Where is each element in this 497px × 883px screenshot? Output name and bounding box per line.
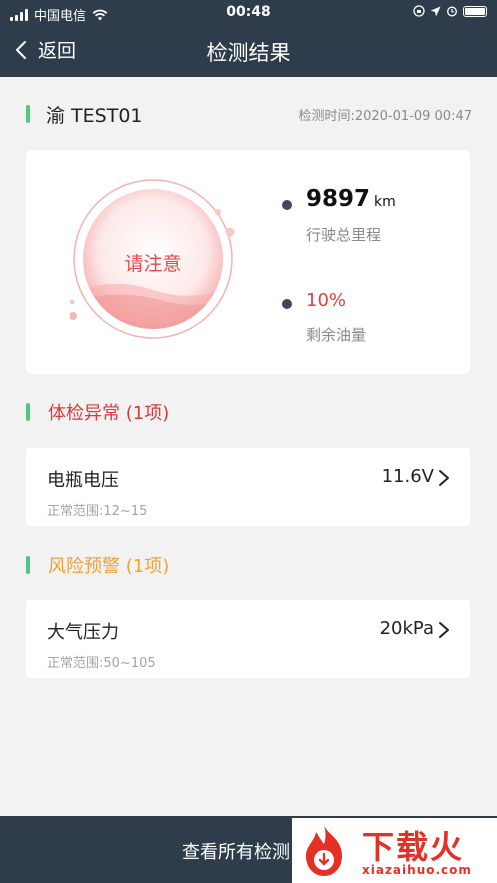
mileage-label: 行驶总里程 [306, 226, 382, 244]
nav-bar: 返回 检测结果 [0, 30, 497, 74]
list-item-battery-voltage[interactable]: 电瓶电压 正常范围:12~15 11.6V [26, 448, 470, 526]
status-bar: 中国电信 00:48 [0, 0, 497, 26]
status-gauge: 请注意 [69, 176, 236, 342]
watermark-text: 下载火 [362, 828, 465, 866]
check-time: 检测时间:2020-01-09 00:47 [298, 109, 472, 124]
mileage-value-wrap: 9897 km [306, 186, 396, 212]
section-title-text: 体检异常 (1项) [48, 403, 170, 424]
item-range: 正常范围:12~15 [47, 504, 148, 519]
mileage-unit: km [374, 194, 396, 210]
location-icon [430, 6, 441, 16]
item-name: 电瓶电压 [47, 470, 119, 491]
summary-card: 请注意 9897 km 行驶总里程 10% 剩余油量 [26, 150, 470, 374]
status-label: 请注意 [124, 253, 182, 275]
item-value: 20kPa [379, 618, 434, 639]
item-range: 正常范围:50~105 [47, 656, 156, 671]
item-name: 大气压力 [47, 622, 119, 643]
battery-icon [463, 5, 487, 17]
status-right [413, 5, 487, 17]
flame-logo-icon [306, 826, 342, 876]
fuel-label: 剩余油量 [306, 326, 367, 344]
accent-bar [26, 556, 30, 574]
plate-number: 渝 TEST01 [46, 105, 143, 127]
chevron-right-icon [439, 470, 449, 486]
section-abnormal-title: 体检异常 (1项) [26, 398, 472, 426]
mileage-value: 9897 [306, 186, 371, 212]
alarm-icon [447, 6, 457, 17]
button-label: 查看所有检测 [182, 842, 290, 863]
page-title: 检测结果 [206, 41, 291, 65]
fuel-value: 10% [306, 290, 347, 311]
app-header: 中国电信 00:48 返回 检测结果 [0, 0, 497, 77]
bullet-dot [282, 299, 292, 309]
accent-bar [26, 105, 30, 123]
rotation-lock-icon [413, 5, 425, 17]
watermark: 下载火 xiazaihuo.com [292, 818, 497, 883]
list-item-air-pressure[interactable]: 大气压力 正常范围:50~105 20kPa [26, 600, 470, 678]
accent-bar [26, 403, 30, 421]
item-value: 11.6V [381, 466, 434, 487]
mileage-metric: 9897 km 行驶总里程 [282, 186, 462, 246]
section-warning-title: 风险预警 (1项) [26, 551, 472, 579]
section-title-text: 风险预警 (1项) [48, 556, 170, 577]
chevron-right-icon [439, 622, 449, 638]
fuel-metric: 10% 剩余油量 [282, 290, 462, 350]
watermark-url: xiazaihuo.com [362, 863, 472, 877]
vehicle-info-row: 渝 TEST01 检测时间:2020-01-09 00:47 [26, 100, 472, 128]
bullet-dot [282, 200, 292, 210]
